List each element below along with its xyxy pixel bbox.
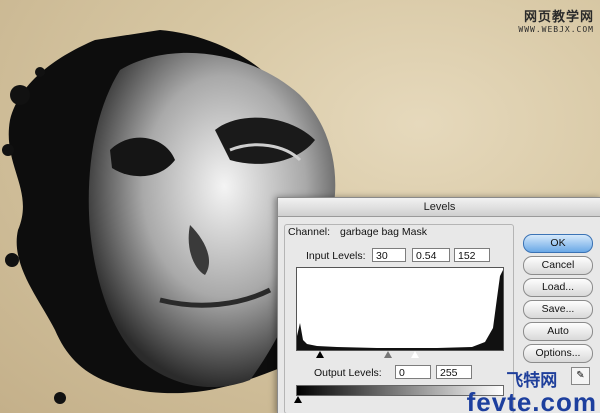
- watermark-top-line2: WWW.WEBJX.COM: [518, 25, 594, 34]
- input-level-white[interactable]: 152: [454, 248, 490, 262]
- cancel-button[interactable]: Cancel: [523, 256, 593, 275]
- save-button[interactable]: Save...: [523, 300, 593, 319]
- histogram-graph: [297, 270, 503, 350]
- levels-dialog: Levels Channel: garbage bag Mask Input L…: [277, 197, 600, 413]
- channel-label: Channel:: [288, 226, 331, 238]
- load-button[interactable]: Load...: [523, 278, 593, 297]
- input-gamma-slider[interactable]: [384, 351, 392, 358]
- output-levels-label: Output Levels:: [314, 367, 382, 379]
- output-level-black[interactable]: 0: [395, 365, 431, 379]
- watermark-bottom-line2: fevte.com: [466, 387, 597, 413]
- options-button[interactable]: Options...: [523, 344, 593, 363]
- channel-select[interactable]: garbage bag Mask: [340, 226, 427, 238]
- dialog-title: Levels: [278, 198, 600, 217]
- ok-button[interactable]: OK: [523, 234, 593, 253]
- input-level-black[interactable]: 30: [372, 248, 406, 262]
- histogram: [296, 267, 504, 351]
- document-canvas: 网页教学网 WWW.WEBJX.COM Levels Channel: garb…: [0, 0, 600, 413]
- input-levels-label: Input Levels:: [306, 250, 366, 262]
- input-black-slider[interactable]: [316, 351, 324, 358]
- watermark-top-line1: 网页教学网: [523, 9, 594, 24]
- output-black-slider[interactable]: [294, 396, 302, 403]
- auto-button[interactable]: Auto: [523, 322, 593, 341]
- input-level-gamma[interactable]: 0.54: [412, 248, 450, 262]
- watermark-bottom: 飞特网 fevte.com: [467, 372, 597, 413]
- input-white-slider[interactable]: [411, 351, 419, 358]
- watermark-top: 网页教学网 WWW.WEBJX.COM: [518, 6, 594, 34]
